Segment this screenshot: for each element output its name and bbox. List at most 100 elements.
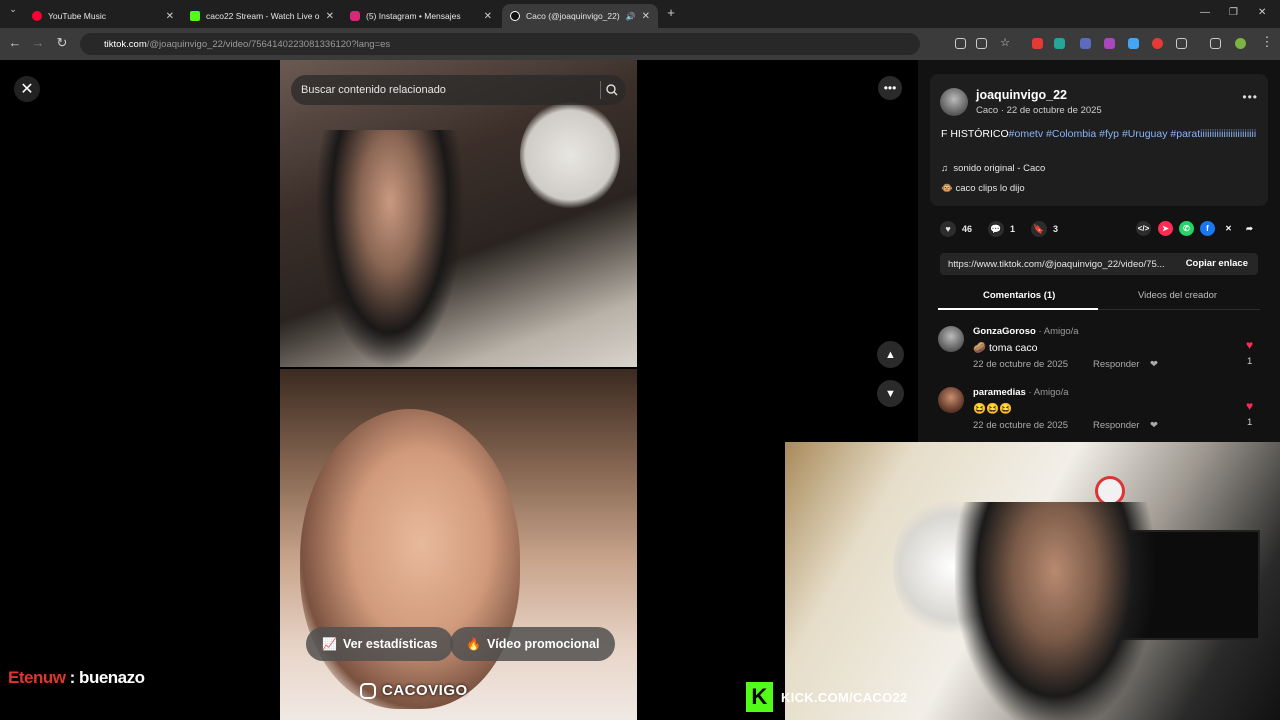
browser-tab-strip: ⌄ YouTube Music ✕ caco22 Stream - Watch … [0, 0, 1280, 28]
chat-username: Etenuw [8, 668, 66, 687]
comment-item: GonzaGoroso · Amigo/a 🥔 toma caco 22 de … [938, 326, 1260, 381]
post-description: F HISTÓRICO#ometv #Colombia #fyp #Urugua… [941, 128, 1257, 140]
comment-like-icon[interactable]: ♥ [1246, 338, 1253, 352]
comment-date: 22 de octubre de 2025 [973, 420, 1069, 431]
comment-text: 🥔 toma caco [973, 342, 1038, 354]
audio-icon[interactable]: 🔊 [626, 12, 636, 21]
kick-icon [190, 11, 200, 21]
tab-instagram[interactable]: (5) Instagram • Mensajes ✕ [342, 4, 500, 28]
commenter-avatar[interactable] [938, 326, 964, 352]
url-bar[interactable]: tiktok.com/@joaquinvigo_22/video/7564140… [80, 33, 920, 55]
tab-kick-stream[interactable]: caco22 Stream - Watch Live on ✕ [182, 4, 342, 28]
comment-like-icon[interactable]: ♥ [1246, 399, 1253, 413]
hashtag-link[interactable]: #fyp [1099, 128, 1119, 140]
related-search-input[interactable]: Buscar contenido relacionado [291, 75, 626, 105]
tiktok-icon [510, 11, 520, 21]
minimize-icon[interactable]: — [1200, 7, 1210, 18]
close-viewer-button[interactable]: ✕ [14, 76, 40, 102]
extension-purple-icon[interactable] [1104, 38, 1115, 49]
share-link-field[interactable]: https://www.tiktok.com/@joaquinvigo_22/v… [940, 253, 1258, 275]
author-subtitle: Caco · 22 de octubre de 2025 [976, 105, 1102, 116]
monkey-icon: 🐵 [941, 183, 953, 194]
chat-message-overlay: Etenuw : buenazo [8, 668, 145, 688]
video-player[interactable]: Buscar contenido relacionado 📈 Ver estad… [280, 60, 637, 720]
commenter-avatar[interactable] [938, 387, 964, 413]
forward-icon[interactable]: → [29, 35, 47, 50]
send-icon[interactable]: ➤ [1158, 221, 1173, 236]
profile-avatar[interactable] [1235, 38, 1246, 49]
author-avatar[interactable] [940, 88, 968, 116]
reload-icon[interactable]: ↻ [53, 35, 71, 51]
guest-figure [300, 409, 520, 709]
translate-icon[interactable] [976, 38, 987, 49]
back-icon[interactable]: ← [6, 35, 24, 50]
author-username[interactable]: joaquinvigo_22 [976, 88, 1067, 102]
hashtag-link[interactable]: #Uruguay [1122, 128, 1168, 140]
instagram-icon [360, 682, 376, 699]
extension-shield-icon[interactable] [1152, 38, 1163, 49]
kick-branding: K KICK.COM/CACO22 [746, 682, 908, 712]
whatsapp-icon[interactable]: ✆ [1179, 221, 1194, 236]
hashtag-link[interactable]: #paratiiiiiiiiiiiiiiiiiiiiiiii [1170, 128, 1256, 140]
hashtag-link[interactable]: #Colombia [1046, 128, 1096, 140]
youtube-music-icon [32, 11, 42, 21]
search-icon[interactable] [600, 81, 618, 99]
close-tab-icon[interactable]: ✕ [326, 11, 334, 22]
tab-youtube-music[interactable]: YouTube Music ✕ [24, 4, 182, 28]
view-stats-button[interactable]: 📈 Ver estadísticas [306, 627, 454, 661]
extensions-puzzle-icon[interactable] [1176, 38, 1187, 49]
browser-menu-icon[interactable]: ⋮ [1258, 34, 1276, 50]
maximize-icon[interactable]: ❐ [1229, 7, 1238, 18]
extension-teal-icon[interactable] [1054, 38, 1065, 49]
active-tab-indicator [938, 308, 1098, 310]
reply-button[interactable]: Responder ❤ [1093, 420, 1158, 431]
close-tab-icon[interactable]: ✕ [642, 11, 650, 22]
reply-button[interactable]: Responder ❤ [1093, 359, 1158, 370]
comment-like-count: 1 [1247, 417, 1253, 428]
panel-tabs: Comentarios (1) Videos del creador [938, 288, 1260, 310]
comment-date: 22 de octubre de 2025 [973, 359, 1069, 370]
video-top-half [280, 60, 637, 370]
install-app-icon[interactable] [955, 38, 966, 49]
comment-icon[interactable]: 💬 [988, 221, 1005, 237]
post-options-icon[interactable]: ••• [1242, 90, 1258, 104]
instagram-handle-overlay: CACOVIGO [360, 682, 468, 699]
close-tab-icon[interactable]: ✕ [166, 11, 174, 22]
commenter-name[interactable]: paramedias · Amigo/a [973, 387, 1069, 398]
post-card: joaquinvigo_22 Caco · 22 de octubre de 2… [930, 74, 1268, 206]
embed-icon[interactable]: </> [1136, 221, 1151, 236]
music-note-icon: ♫ [941, 163, 949, 174]
music-link[interactable]: ♫ sonido original - Caco [941, 163, 1045, 174]
media-control-icon[interactable] [1210, 38, 1221, 49]
window-close-icon[interactable]: ✕ [1258, 7, 1266, 18]
promote-video-button[interactable]: 🔥 Vídeo promocional [450, 627, 616, 661]
close-tab-icon[interactable]: ✕ [484, 11, 492, 22]
more-options-button[interactable]: ••• [878, 76, 902, 100]
streamer-webcam-overlay [785, 442, 1280, 720]
chart-icon: 📈 [322, 637, 337, 651]
kick-url: KICK.COM/CACO22 [781, 689, 908, 705]
hashtag-link[interactable]: #ometv [1009, 128, 1043, 140]
next-video-button[interactable]: ▼ [877, 380, 904, 407]
tab-search-icon[interactable]: ⌄ [4, 4, 22, 15]
copy-link-button[interactable]: Copiar enlace [1186, 258, 1248, 269]
facebook-icon[interactable]: f [1200, 221, 1215, 236]
extension-wave-icon[interactable] [1128, 38, 1139, 49]
tab-tiktok[interactable]: Caco (@joaquinvigo_22) | T 🔊 ✕ [502, 4, 658, 28]
flame-icon: 🔥 [466, 637, 481, 651]
clips-link[interactable]: 🐵 caco clips lo dijo [941, 183, 1025, 194]
extension-red-icon[interactable] [1032, 38, 1043, 49]
new-tab-button[interactable]: + [662, 5, 680, 20]
streamer-figure [955, 502, 1155, 720]
commenter-name[interactable]: GonzaGoroso · Amigo/a [973, 326, 1079, 337]
tab-comments[interactable]: Comentarios (1) [983, 290, 1055, 301]
x-icon[interactable]: ✕ [1221, 221, 1236, 236]
share-arrow-icon[interactable]: ➦ [1242, 221, 1257, 236]
save-icon[interactable]: 🔖 [1031, 221, 1048, 237]
like-icon[interactable]: ♥ [940, 221, 956, 237]
address-toolbar: ← → ↻ tiktok.com/@joaquinvigo_22/video/7… [0, 28, 1280, 60]
tab-creator-videos[interactable]: Videos del creador [1138, 290, 1217, 301]
extension-blue-icon[interactable] [1080, 38, 1091, 49]
bookmark-star-icon[interactable]: ☆ [996, 36, 1014, 49]
previous-video-button[interactable]: ▲ [877, 341, 904, 368]
